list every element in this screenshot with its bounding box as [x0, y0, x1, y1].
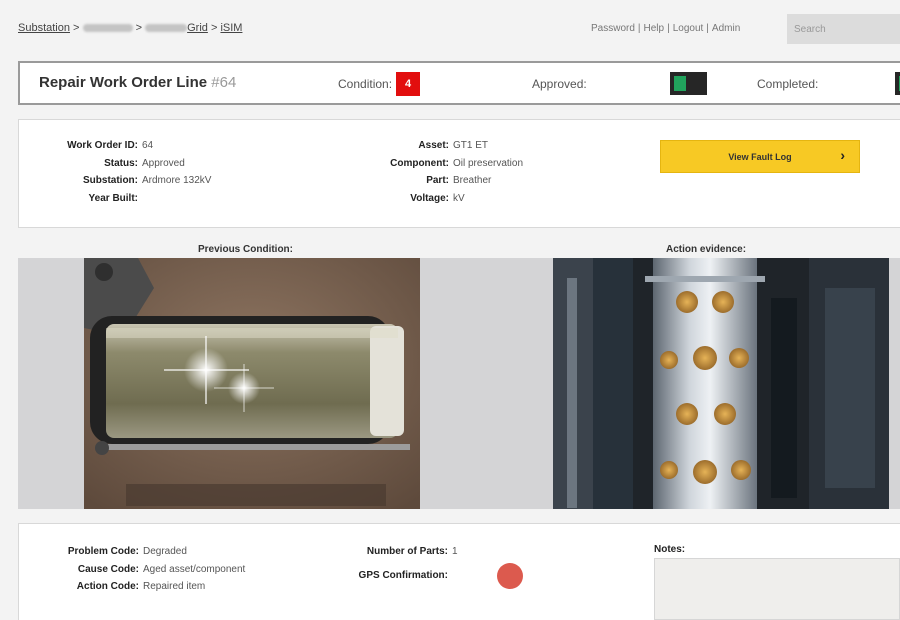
- details-middle-column: Asset: GT1 ET Component: Oil preservation …: [19, 137, 523, 207]
- password-link[interactable]: Password: [591, 23, 635, 34]
- help-link[interactable]: Help: [644, 23, 665, 34]
- codes-middle-column: Number of Parts: 1 GPS Confirmation:: [19, 543, 458, 584]
- previous-condition-photo[interactable]: [84, 258, 420, 509]
- view-fault-log-label: View Fault Log: [728, 151, 792, 162]
- nav-separator: |: [637, 23, 641, 34]
- detail-row: Part: Breather: [19, 172, 523, 190]
- redacted-crumb: [82, 24, 133, 33]
- gps-status-indicator: [497, 563, 523, 589]
- nav-separator: |: [706, 23, 709, 34]
- component-label: Component:: [390, 157, 449, 169]
- breather-photo: [84, 258, 420, 509]
- breadcrumb-substation-link[interactable]: Substation: [18, 22, 70, 34]
- top-nav: Password | Help | Logout | Admin: [591, 23, 740, 34]
- page-title-text: Repair Work Order Line: [39, 74, 208, 91]
- completed-label: Completed:: [757, 77, 819, 91]
- logout-link[interactable]: Logout: [673, 23, 704, 34]
- detail-row: Number of Parts: 1: [19, 543, 458, 561]
- breadcrumb-grid-label: Grid: [187, 22, 208, 34]
- nav-separator: |: [667, 23, 670, 34]
- action-evidence-title: Action evidence:: [666, 244, 747, 255]
- voltage-label: Voltage:: [410, 192, 449, 204]
- condition-label: Condition:: [338, 77, 393, 91]
- part-label: Part:: [426, 175, 449, 186]
- condition-badge: 4: [396, 72, 420, 96]
- component-value: Oil preservation: [453, 157, 524, 169]
- detail-row: GPS Confirmation:: [19, 567, 458, 585]
- breadcrumb: Substation > > Grid > iSIM: [18, 22, 242, 34]
- previous-condition-title: Previous Condition:: [198, 244, 293, 255]
- voltage-value: kV: [453, 192, 465, 204]
- action-evidence-panel: [420, 258, 900, 509]
- repaired-breather-photo: [553, 258, 889, 509]
- number-of-parts-label: Number of Parts:: [366, 546, 448, 557]
- toggle-knob: [674, 76, 686, 91]
- top-bar: Substation > > Grid > iSIM Password | Help…: [0, 0, 900, 58]
- part-value: Breather: [453, 175, 492, 186]
- detail-row: Voltage: kV: [19, 190, 523, 208]
- detail-row: Component: Oil preservation: [19, 155, 523, 173]
- chevron-right-icon: ›: [840, 147, 845, 163]
- previous-condition-panel: [18, 258, 420, 509]
- view-fault-log-button[interactable]: View Fault Log ›: [660, 140, 860, 173]
- redacted-crumb: [145, 24, 188, 33]
- notes-label: Notes:: [654, 544, 686, 555]
- breadcrumb-separator: >: [135, 22, 143, 34]
- gps-confirmation-label: GPS Confirmation:: [358, 569, 448, 581]
- completed-toggle[interactable]: [895, 72, 900, 95]
- work-order-details-card: Work Order ID: 64 Status: Approved Substat…: [18, 119, 900, 228]
- approved-toggle[interactable]: [670, 72, 707, 95]
- notes-field[interactable]: [654, 558, 900, 620]
- number-of-parts-value: 1: [452, 546, 458, 557]
- admin-link[interactable]: Admin: [712, 23, 740, 34]
- approved-label: Approved:: [532, 77, 587, 91]
- asset-value: GT1 ET: [453, 140, 489, 151]
- breadcrumb-separator: >: [210, 22, 218, 34]
- breadcrumb-isim-link[interactable]: iSIM: [220, 22, 242, 34]
- breadcrumb-separator: >: [73, 22, 80, 34]
- work-order-number: #64: [211, 74, 237, 91]
- asset-label: Asset:: [418, 140, 449, 151]
- page-title: Repair Work Order Line #64: [39, 74, 236, 91]
- breadcrumb-grid-link[interactable]: Grid: [145, 22, 208, 34]
- action-evidence-photo[interactable]: [553, 258, 889, 509]
- detail-row: Asset: GT1 ET: [19, 137, 523, 155]
- search-input[interactable]: [787, 14, 900, 44]
- work-order-header: Repair Work Order Line #64 Condition: 4 …: [18, 61, 900, 105]
